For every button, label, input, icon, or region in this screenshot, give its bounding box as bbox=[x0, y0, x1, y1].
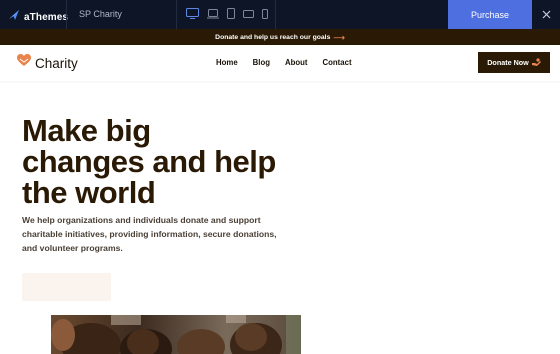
hero-description-line: charitable initiatives, providing inform… bbox=[22, 229, 277, 239]
hero-title: Make big changes and help the world bbox=[22, 115, 322, 208]
device-switcher bbox=[186, 8, 268, 19]
logo-text: Charity bbox=[35, 55, 78, 71]
athemes-brand-text: aThemes bbox=[24, 11, 69, 23]
close-icon bbox=[542, 6, 551, 24]
nav-item-home[interactable]: Home bbox=[216, 58, 238, 67]
desktop-icon[interactable] bbox=[186, 8, 199, 19]
divider bbox=[176, 0, 177, 29]
demo-bar: aThemes SP Charity Purchase bbox=[0, 0, 560, 29]
announcement-text: Donate and help us reach our goals bbox=[215, 33, 331, 41]
nav-item-contact[interactable]: Contact bbox=[323, 58, 352, 67]
hero-title-line: Make big bbox=[22, 113, 151, 148]
site-logo[interactable]: Charity bbox=[17, 54, 78, 72]
athemes-logo-icon bbox=[8, 8, 20, 26]
hero-description-line: and volunteer programs. bbox=[22, 243, 123, 253]
divider bbox=[275, 0, 276, 29]
hero-title-line: the world bbox=[22, 175, 156, 210]
hero-photo bbox=[51, 315, 301, 354]
hero-description: We help organizations and individuals do… bbox=[22, 213, 292, 255]
heart-logo-icon bbox=[17, 54, 31, 72]
purchase-button[interactable]: Purchase bbox=[448, 0, 532, 29]
main-nav: Home Blog About Contact bbox=[216, 58, 352, 67]
tablet-landscape-icon[interactable] bbox=[243, 9, 254, 18]
divider bbox=[66, 0, 67, 29]
close-button[interactable] bbox=[532, 0, 560, 29]
nav-item-blog[interactable]: Blog bbox=[253, 58, 270, 67]
hero-cta-button[interactable] bbox=[22, 273, 111, 301]
hero-description-line: We help organizations and individuals do… bbox=[22, 215, 261, 225]
tablet-portrait-icon[interactable] bbox=[227, 8, 235, 19]
nav-item-about[interactable]: About bbox=[285, 58, 308, 67]
announcement-bar[interactable]: Donate and help us reach our goals ⟶ bbox=[0, 29, 560, 45]
site-header: Charity Home Blog About Contact Donate N… bbox=[0, 45, 560, 81]
donate-hand-icon bbox=[531, 57, 541, 68]
arrow-right-icon: ⟶ bbox=[333, 32, 345, 42]
athemes-brand[interactable]: aThemes bbox=[8, 8, 68, 26]
laptop-icon[interactable] bbox=[207, 8, 219, 19]
donate-now-button[interactable]: Donate Now bbox=[478, 52, 550, 73]
donate-now-label: Donate Now bbox=[487, 58, 529, 67]
hero-title-line: changes and help bbox=[22, 144, 276, 179]
theme-name: SP Charity bbox=[79, 9, 122, 19]
phone-icon[interactable] bbox=[262, 8, 268, 19]
